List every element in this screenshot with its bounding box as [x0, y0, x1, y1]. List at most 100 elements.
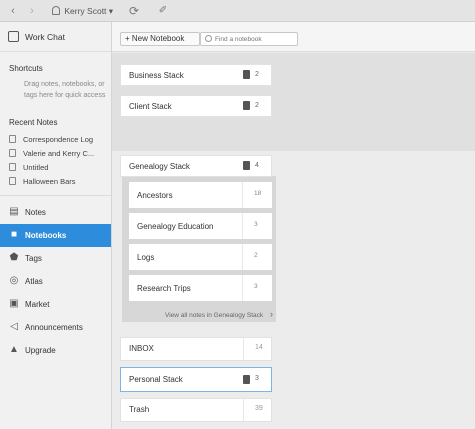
market-icon: ▣: [9, 298, 19, 309]
stack-count: 2: [255, 102, 259, 109]
notebook-name: Genealogy Education: [137, 222, 214, 231]
chevron-left-icon[interactable]: ‹: [8, 4, 18, 18]
notebook-name: INBOX: [129, 344, 154, 353]
notebook-card[interactable]: Logs 2: [129, 244, 272, 270]
trash-count: 39: [255, 405, 263, 412]
sidebar-item-label: Upgrade: [25, 346, 56, 355]
new-notebook-button[interactable]: + New Notebook: [120, 32, 200, 46]
notebook-name: Logs: [137, 253, 155, 262]
stack-name: Business Stack: [129, 71, 184, 80]
top-toolbar: ‹ › Kerry Scott ▾ ⟳ ✐: [0, 0, 475, 22]
tag-icon: ⬟: [9, 252, 19, 263]
card-divider: [243, 338, 244, 360]
recent-note-item[interactable]: Halloween Bars: [9, 177, 76, 188]
notebook-count: 3: [254, 221, 258, 228]
sidebar-item-notebooks[interactable]: ■ Notebooks: [0, 224, 111, 247]
trash-card[interactable]: Trash 39: [120, 398, 272, 422]
sidebar-item-label: Notebooks: [25, 231, 67, 240]
sync-icon[interactable]: ⟳: [127, 4, 141, 18]
sidebar-item-label: Tags: [25, 254, 42, 263]
notes-icon: ▤: [9, 206, 19, 217]
work-chat[interactable]: Work Chat: [0, 22, 111, 52]
notebook-stack-card[interactable]: Personal Stack 3: [120, 367, 272, 392]
card-divider: [242, 244, 243, 270]
sidebar-item-upgrade[interactable]: ▲ Upgrade: [0, 339, 111, 362]
stack-count: 4: [255, 162, 259, 169]
notebook-icon: ■: [10, 229, 18, 240]
shortcuts-hint: Drag notes, notebooks, or tags here for …: [24, 81, 106, 99]
recent-note-label: Halloween Bars: [23, 177, 76, 186]
recent-note-label: Correspondence Log: [23, 135, 94, 144]
notebooks-view: + New Notebook Business Stack 2 Client S…: [112, 22, 475, 429]
sidebar-item-announcements[interactable]: ◁ Announcements: [0, 316, 111, 339]
notebook-icon: [243, 70, 250, 79]
notebook-card[interactable]: Ancestors 18: [129, 182, 272, 208]
notebook-name: Research Trips: [137, 284, 191, 293]
sidebar: Work Chat Shortcuts Drag notes, notebook…: [0, 22, 112, 429]
view-all-notes-link[interactable]: View all notes in Genealogy Stack ›: [165, 309, 273, 319]
card-divider: [242, 182, 243, 208]
sidebar-item-atlas[interactable]: ◎ Atlas: [0, 270, 111, 293]
search-input[interactable]: [215, 34, 295, 44]
notebook-icon: [243, 101, 250, 110]
chevron-right-icon: ›: [269, 309, 273, 319]
notebook-count: 3: [254, 283, 258, 290]
note-icon: [9, 177, 16, 185]
shortcuts-title: Shortcuts: [9, 64, 43, 73]
stack-count: 3: [255, 375, 259, 382]
work-chat-label: Work Chat: [25, 32, 65, 42]
sidebar-item-label: Market: [25, 300, 50, 309]
user-icon: [52, 6, 60, 15]
sidebar-item-notes[interactable]: ▤ Notes: [0, 201, 111, 224]
sidebar-item-label: Announcements: [25, 323, 83, 332]
notebook-stack-card[interactable]: Genealogy Stack 4: [120, 155, 272, 177]
stack-name: Client Stack: [129, 102, 172, 111]
sidebar-item-market[interactable]: ▣ Market: [0, 293, 111, 316]
notebook-count: 14: [255, 344, 263, 351]
card-divider: [243, 399, 244, 421]
notebook-name: Ancestors: [137, 191, 173, 200]
upgrade-icon: ▲: [9, 344, 19, 355]
sidebar-divider: [0, 195, 111, 196]
notebook-stack-card[interactable]: Client Stack 2: [120, 95, 272, 117]
notebook-icon: [243, 161, 250, 170]
recent-note-item[interactable]: Untitled: [9, 163, 48, 174]
stack-name: Genealogy Stack: [129, 162, 190, 171]
megaphone-icon: ◁: [10, 321, 18, 332]
notebook-count: 18: [254, 190, 262, 197]
trash-label: Trash: [129, 405, 150, 414]
sidebar-item-label: Atlas: [25, 277, 43, 286]
recent-note-label: Valerie and Kerry C...: [23, 149, 95, 158]
sidebar-item-tags[interactable]: ⬟ Tags: [0, 247, 111, 270]
notebook-count: 2: [254, 252, 258, 259]
genealogy-stack-expanded: Ancestors 18 Genealogy Education 3 Logs …: [122, 176, 276, 322]
note-icon: [9, 135, 16, 143]
card-divider: [242, 213, 243, 239]
recent-note-item[interactable]: Valerie and Kerry C...: [9, 149, 94, 160]
view-all-label: View all notes in Genealogy Stack: [165, 312, 264, 319]
search-icon: [205, 35, 212, 42]
activity-icon[interactable]: ✐: [157, 4, 169, 18]
chevron-right-icon[interactable]: ›: [27, 4, 37, 18]
notebook-card[interactable]: Genealogy Education 3: [129, 213, 272, 239]
recent-notes-title: Recent Notes: [9, 118, 58, 127]
notebooks-toolbar: + New Notebook: [112, 22, 475, 52]
sidebar-item-label: Notes: [25, 208, 46, 217]
chat-icon: [8, 31, 19, 42]
notebook-search[interactable]: [200, 32, 298, 46]
caret-down-icon: ▾: [108, 6, 114, 16]
stack-name: Personal Stack: [129, 375, 183, 384]
notebook-card[interactable]: INBOX 14: [120, 337, 272, 361]
notebook-stack-card[interactable]: Business Stack 2: [120, 64, 272, 86]
stack-count: 2: [255, 71, 259, 78]
recent-note-label: Untitled: [23, 163, 49, 172]
notebook-icon: [243, 375, 250, 384]
notebook-card[interactable]: Research Trips 3: [129, 275, 272, 301]
globe-icon: ◎: [9, 275, 19, 286]
card-divider: [242, 275, 243, 301]
note-icon: [9, 163, 16, 171]
note-icon: [9, 149, 16, 157]
user-name: Kerry Scott: [64, 6, 107, 16]
recent-note-item[interactable]: Correspondence Log: [9, 135, 93, 146]
account-menu[interactable]: Kerry Scott ▾: [52, 5, 113, 17]
